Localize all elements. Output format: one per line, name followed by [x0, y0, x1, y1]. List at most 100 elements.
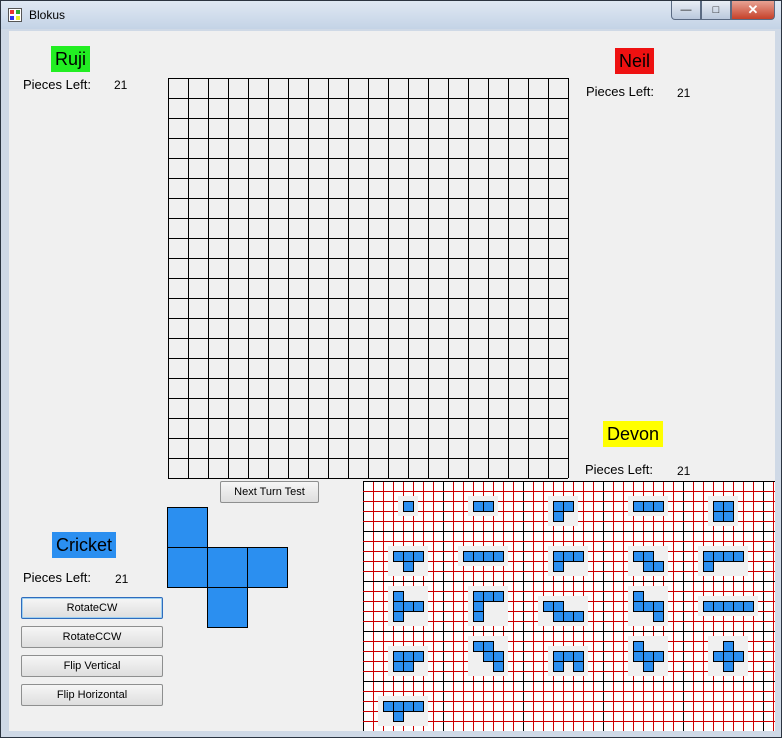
tray-piece-cell: [723, 511, 734, 522]
window-title: Blokus: [29, 8, 66, 22]
tray-piece-cell: [493, 661, 504, 672]
tray-piece-cell: [483, 651, 494, 662]
pieces-left-count-neil: 21: [677, 86, 691, 100]
tray-piece-cell: [643, 661, 654, 672]
tray-piece[interactable]: [458, 546, 508, 566]
tray-piece[interactable]: [698, 546, 748, 576]
tray-piece-cell: [393, 551, 404, 562]
tray-piece-cell: [403, 651, 414, 662]
close-button[interactable]: ✕: [731, 1, 775, 20]
tray-piece-cell: [493, 651, 504, 662]
player-name-devon: Devon: [603, 421, 664, 447]
tray-piece-cell: [723, 601, 734, 612]
tray-piece[interactable]: [548, 546, 588, 576]
flip-vertical-button[interactable]: Flip Vertical: [21, 655, 163, 677]
tray-piece-cell: [473, 501, 484, 512]
player-name-neil: Neil: [615, 48, 655, 74]
tray-piece[interactable]: [468, 496, 498, 516]
pieces-left-count-cricket: 21: [115, 572, 129, 586]
player-name-cricket: Cricket: [52, 532, 117, 558]
tray-piece-cell: [643, 501, 654, 512]
tray-piece[interactable]: [468, 636, 508, 676]
tray-piece[interactable]: [538, 596, 588, 626]
tray-piece[interactable]: [708, 496, 738, 526]
tray-piece-cell: [723, 501, 734, 512]
tray-piece[interactable]: [698, 596, 758, 616]
tray-piece[interactable]: [628, 586, 668, 626]
piece-tray[interactable]: [363, 481, 775, 731]
pieces-left-count-ruji: 21: [114, 78, 128, 92]
current-piece-cell[interactable]: [207, 587, 248, 628]
title-bar[interactable]: Blokus — □ ✕: [1, 1, 781, 29]
tray-piece-cell: [393, 591, 404, 602]
caption-buttons: — □ ✕: [671, 1, 775, 21]
tray-piece-cell: [723, 641, 734, 652]
tray-piece-cell: [723, 661, 734, 672]
tray-piece-cell: [483, 641, 494, 652]
tray-piece[interactable]: [468, 586, 508, 626]
tray-piece[interactable]: [548, 646, 588, 676]
tray-piece[interactable]: [708, 636, 748, 676]
tray-piece[interactable]: [378, 696, 428, 726]
tray-piece-cell: [563, 651, 574, 662]
tray-piece-cell: [723, 551, 734, 562]
tray-piece[interactable]: [388, 586, 428, 626]
current-piece-cell[interactable]: [247, 547, 288, 588]
tray-piece-cell: [643, 551, 654, 562]
tray-piece-cell: [553, 611, 564, 622]
pieces-left-label-neil: Pieces Left:: [586, 84, 654, 99]
tray-piece-cell: [733, 551, 744, 562]
tray-piece-cell: [553, 561, 564, 572]
tray-piece[interactable]: [548, 496, 578, 526]
player-name-ruji: Ruji: [51, 46, 91, 72]
tray-piece[interactable]: [388, 546, 428, 576]
tray-piece[interactable]: [628, 546, 668, 576]
next-turn-test-button[interactable]: Next Turn Test: [220, 481, 319, 503]
tray-piece-cell: [473, 641, 484, 652]
tray-piece-cell: [713, 551, 724, 562]
minimize-button[interactable]: —: [671, 1, 701, 20]
current-piece-cell[interactable]: [167, 507, 208, 548]
tray-piece-cell: [553, 501, 564, 512]
tray-piece-cell: [643, 651, 654, 662]
tray-piece-cell: [413, 551, 424, 562]
tray-piece-cell: [543, 601, 554, 612]
maximize-button[interactable]: □: [701, 1, 731, 20]
tray-piece[interactable]: [398, 496, 418, 516]
tray-piece-cell: [633, 591, 644, 602]
tray-piece-cell: [743, 601, 754, 612]
tray-piece-cell: [553, 601, 564, 612]
pieces-left-count-devon: 21: [677, 464, 691, 478]
tray-piece-cell: [653, 611, 664, 622]
tray-piece-cell: [463, 551, 474, 562]
game-board[interactable]: [168, 78, 570, 480]
tray-piece-cell: [413, 651, 424, 662]
flip-horizontal-button[interactable]: Flip Horizontal: [21, 684, 163, 706]
tray-piece-cell: [633, 641, 644, 652]
tray-piece-cell: [483, 551, 494, 562]
tray-piece-cell: [473, 591, 484, 602]
tray-piece-cell: [703, 551, 714, 562]
tray-piece-cell: [653, 601, 664, 612]
tray-piece[interactable]: [628, 636, 668, 676]
tray-piece[interactable]: [628, 496, 668, 516]
tray-piece[interactable]: [388, 646, 428, 676]
tray-piece-cell: [493, 551, 504, 562]
pieces-left-label-cricket: Pieces Left:: [23, 570, 91, 585]
current-piece-preview[interactable]: [167, 507, 291, 631]
current-piece-cell[interactable]: [167, 547, 208, 588]
current-piece-cell[interactable]: [207, 547, 248, 588]
tray-piece-cell: [403, 501, 414, 512]
rotate-cw-button[interactable]: RotateCW: [21, 597, 163, 619]
tray-piece-cell: [553, 551, 564, 562]
tray-piece-cell: [393, 711, 404, 722]
tray-piece-cell: [403, 561, 414, 572]
tray-piece-cell: [473, 601, 484, 612]
tray-piece-cell: [563, 551, 574, 562]
tray-piece-cell: [473, 551, 484, 562]
tray-piece-cell: [653, 561, 664, 572]
tray-piece-cell: [413, 601, 424, 612]
rotate-ccw-button[interactable]: RotateCCW: [21, 626, 163, 648]
tray-piece-cell: [703, 601, 714, 612]
tray-piece-cell: [643, 601, 654, 612]
